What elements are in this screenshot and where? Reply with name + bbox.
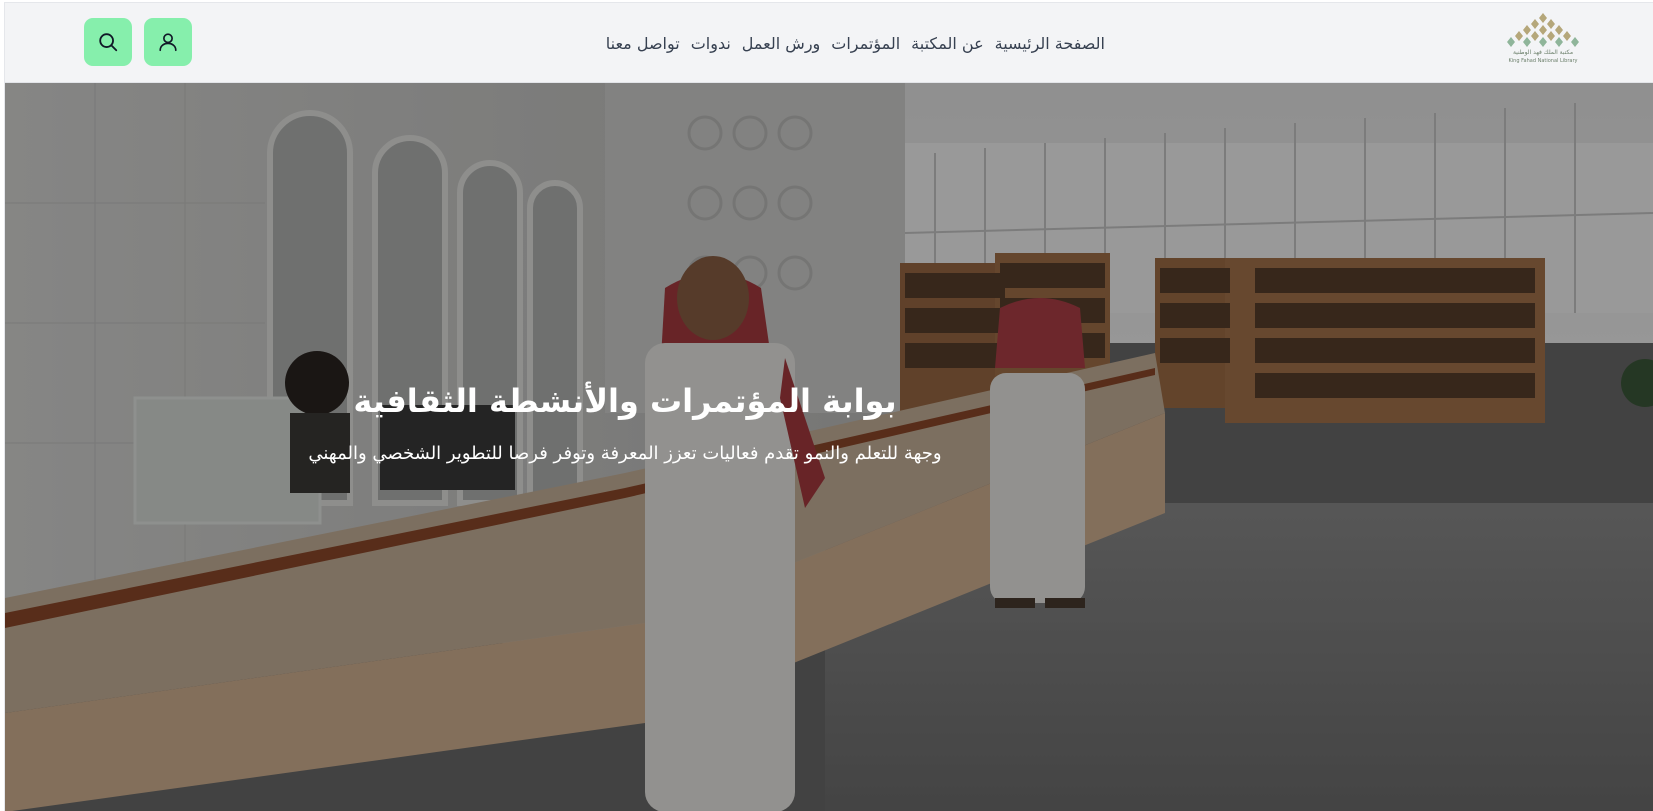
hero-banner: بوابة المؤتمرات والأنشطة الثقافية وجهة ل… (5, 83, 1653, 811)
hero-title: بوابة المؤتمرات والأنشطة الثقافية (353, 382, 897, 421)
account-button[interactable] (144, 18, 192, 66)
logo-name-ar: مكتبة الملك فهد الوطنية (1512, 49, 1574, 56)
search-button[interactable] (84, 18, 132, 66)
nav-link-about[interactable]: عن المكتبة (911, 34, 983, 53)
page-frame: الصفحة الرئيسية عن المكتبة المؤتمرات ورش… (4, 2, 1653, 811)
nav-link-workshops[interactable]: ورش العمل (742, 34, 820, 53)
logo-name-en: King Fahad National Library (1508, 58, 1578, 64)
top-navbar: الصفحة الرئيسية عن المكتبة المؤتمرات ورش… (5, 3, 1653, 83)
nav-link-conferences[interactable]: المؤتمرات (831, 34, 900, 53)
hero-subtitle: وجهة للتعلم والنمو تقدم فعاليات تعزز الم… (308, 443, 942, 464)
library-logo-mark (1507, 13, 1579, 47)
header-actions (84, 18, 192, 66)
user-icon (157, 31, 179, 53)
nav-link-seminars[interactable]: ندوات (691, 34, 731, 53)
nav-link-home[interactable]: الصفحة الرئيسية (995, 34, 1105, 53)
library-logo[interactable]: مكتبة الملك فهد الوطنية King Fahad Natio… (1500, 11, 1586, 69)
nav-link-contact[interactable]: تواصل معنا (606, 34, 680, 53)
main-nav: الصفحة الرئيسية عن المكتبة المؤتمرات ورش… (595, 3, 1105, 83)
search-icon (97, 31, 119, 53)
